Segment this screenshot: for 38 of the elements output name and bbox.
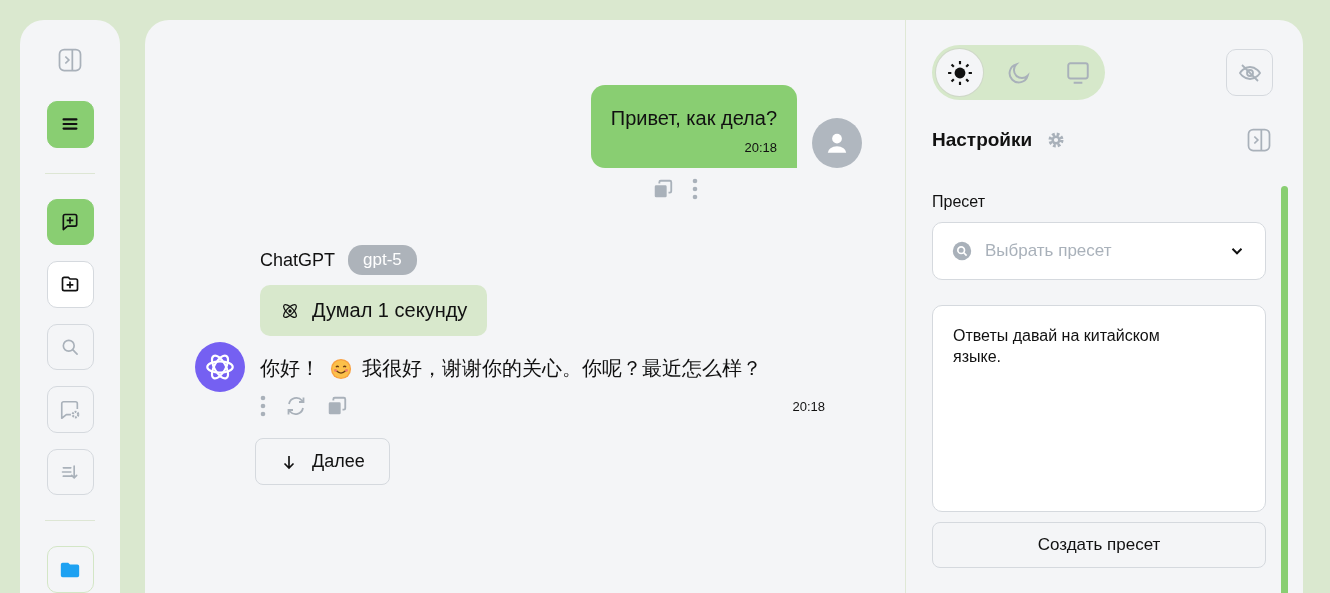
copy-icon bbox=[326, 395, 348, 417]
more-options-button[interactable] bbox=[260, 395, 266, 417]
panel-toggle-icon bbox=[1245, 126, 1273, 154]
sun-icon bbox=[946, 59, 973, 86]
thinking-button[interactable]: Думал 1 секунду bbox=[260, 285, 488, 336]
copy-button[interactable] bbox=[652, 178, 674, 200]
new-folder-button[interactable] bbox=[46, 261, 94, 308]
copy-icon bbox=[652, 178, 674, 200]
create-preset-button[interactable]: Создать пресет bbox=[932, 522, 1266, 568]
panel-toggle-icon bbox=[56, 46, 84, 74]
dots-icon bbox=[260, 395, 266, 417]
next-button[interactable]: Далее bbox=[255, 438, 390, 485]
menu-button[interactable] bbox=[46, 101, 94, 148]
model-badge: gpt-5 bbox=[348, 245, 417, 275]
assistant-name: ChatGPT bbox=[260, 249, 336, 271]
settings-title: Настройки bbox=[932, 129, 1033, 151]
message-text: 我很好，谢谢你的关心。你呢？最近怎么样？ bbox=[362, 355, 762, 382]
chat-plus-icon bbox=[60, 211, 80, 232]
theme-option[interactable] bbox=[936, 49, 983, 96]
more-options-button[interactable] bbox=[692, 178, 698, 200]
folder-plus-icon bbox=[60, 274, 80, 295]
smiling-face-icon bbox=[330, 357, 352, 380]
monitor-icon bbox=[1064, 59, 1091, 86]
message-time: 20:18 bbox=[744, 140, 777, 155]
chat-gear-icon bbox=[59, 398, 81, 421]
preset-label: Пресет bbox=[932, 193, 986, 211]
folder-button[interactable] bbox=[46, 546, 94, 593]
collapse-panel-button[interactable] bbox=[1245, 126, 1273, 154]
dots-icon bbox=[692, 178, 698, 200]
message-text: Привет, как дела? bbox=[610, 107, 777, 130]
preset-select[interactable]: Выбрать пресет bbox=[932, 222, 1266, 280]
copy-button[interactable] bbox=[326, 395, 348, 417]
message-time: 20:18 bbox=[792, 398, 825, 414]
hide-button[interactable] bbox=[1226, 49, 1273, 96]
message-text: 你好！ bbox=[260, 355, 320, 382]
instructions-field[interactable]: Ответы давай на китайском языке. bbox=[932, 305, 1266, 512]
new-chat-button[interactable] bbox=[46, 198, 94, 246]
search-icon bbox=[60, 337, 80, 357]
